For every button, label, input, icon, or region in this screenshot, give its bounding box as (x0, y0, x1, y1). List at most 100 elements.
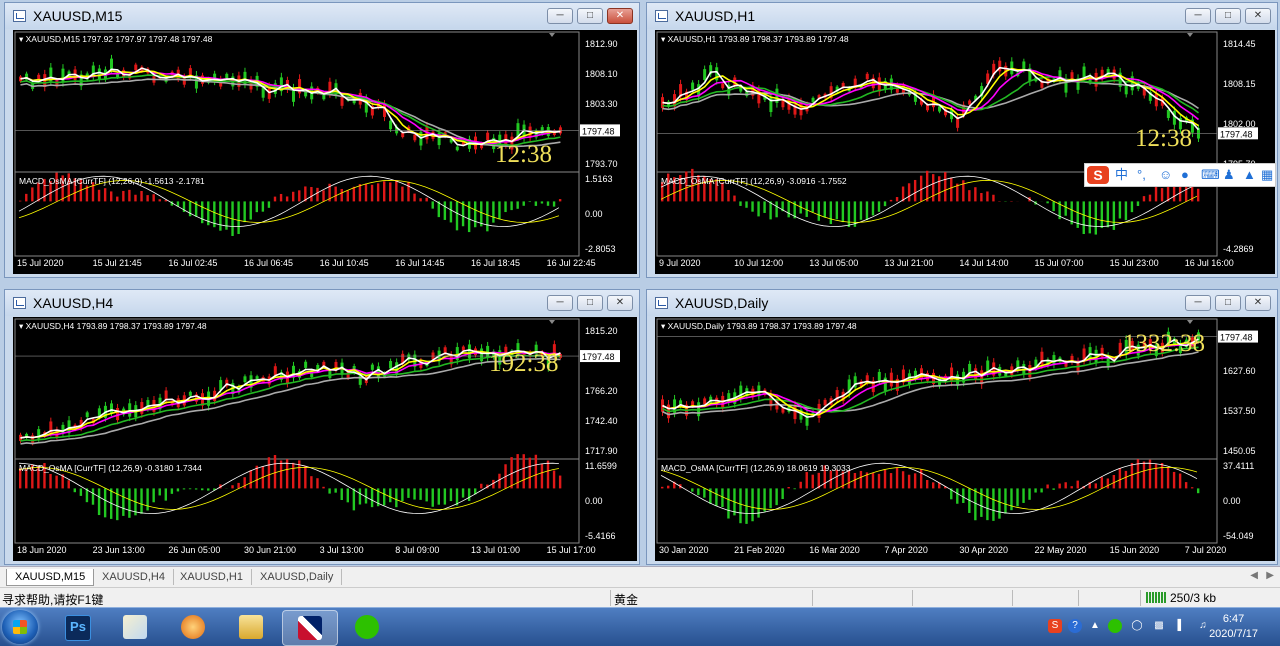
time-tick-label: 3 Jul 13:00 (320, 545, 364, 555)
punctuation-icon[interactable]: °, (1137, 166, 1146, 184)
macd-histogram-bar (1052, 201, 1054, 211)
close-button[interactable]: ✕ (607, 295, 633, 311)
tray-expand-icon[interactable]: ▲ (1088, 619, 1102, 633)
volume-icon[interactable]: ♫ (1196, 619, 1210, 633)
macd-histogram-bar (347, 191, 349, 202)
macd-histogram-bar (902, 471, 904, 488)
sogou-logo-icon[interactable]: S (1087, 166, 1109, 184)
macd-histogram-bar (781, 488, 783, 499)
macd-histogram-bar (962, 488, 964, 503)
window-titlebar[interactable]: XAUUSD,H1 ─ □ ✕ (647, 3, 1277, 29)
minimize-button[interactable]: ─ (547, 8, 573, 24)
candle-body (968, 101, 971, 105)
close-button[interactable]: ✕ (1245, 295, 1271, 311)
tab-xauusd-h1[interactable]: XAUUSD,H1 (172, 569, 252, 585)
macd-histogram-bar (25, 194, 27, 202)
tab-xauusd-h4[interactable]: XAUUSD,H4 (94, 569, 174, 585)
chart-window-daily[interactable]: XAUUSD,Daily ─ □ ✕ 1797.481627.601537.50… (646, 289, 1278, 565)
macd-histogram-bar (806, 472, 808, 488)
taskbar-metatrader[interactable] (282, 610, 338, 646)
tab-scroll-arrows[interactable]: ◀ ▶ (1250, 570, 1274, 581)
macd-histogram-bar (968, 190, 970, 201)
user-icon[interactable]: ♟ (1223, 166, 1235, 184)
time-tick-label: 16 Jul 22:45 (547, 258, 596, 268)
chart-window-h1[interactable]: XAUUSD,H1 ─ □ ✕ 1797.481814.451808.15180… (646, 2, 1278, 278)
macd-histogram-bar (908, 183, 910, 201)
macd-histogram-bar (793, 488, 795, 489)
minimize-button[interactable]: ─ (1185, 8, 1211, 24)
taskbar-media-player[interactable] (166, 610, 220, 644)
time-tick-label: 26 Jun 05:00 (168, 545, 220, 555)
macd-histogram-bar (316, 478, 318, 488)
maximize-button[interactable]: □ (577, 8, 603, 24)
macd-histogram-bar (480, 484, 482, 489)
macd-histogram-bar (1113, 201, 1115, 230)
time-tick-label: 16 Jul 16:00 (1185, 258, 1234, 268)
emoji-icon[interactable]: ☺ (1159, 166, 1172, 184)
window-titlebar[interactable]: XAUUSD,M15 ─ □ ✕ (5, 3, 639, 29)
help-tray-icon[interactable]: ? (1068, 619, 1082, 633)
chart-window-m15[interactable]: XAUUSD,M15 ─ □ ✕ 1797.481812.901808.1018… (4, 2, 640, 278)
taskbar-wechat[interactable] (340, 610, 394, 644)
window-titlebar[interactable]: XAUUSD,Daily ─ □ ✕ (647, 290, 1277, 316)
keyboard-icon[interactable]: ⌨ (1201, 166, 1220, 184)
microphone-icon[interactable]: ● (1181, 166, 1189, 184)
macd-histogram-bar (721, 488, 723, 507)
macd-histogram-bar (353, 488, 355, 510)
close-button[interactable]: ✕ (1245, 8, 1271, 24)
candle-body (1125, 85, 1128, 95)
macd-histogram-bar (1083, 201, 1085, 234)
ime-toolbar[interactable]: S 中 °, ☺ ● ⌨ ♟ ▲ ▦ (1084, 163, 1276, 187)
macd-histogram-bar (110, 191, 112, 201)
maximize-button[interactable]: □ (1215, 295, 1241, 311)
macd-histogram-bar (896, 468, 898, 489)
macd-histogram-bar (1131, 201, 1133, 212)
minimize-button[interactable]: ─ (1185, 295, 1211, 311)
ime-mode-toggle[interactable]: 中 (1115, 166, 1128, 184)
macd-histogram-bar (1173, 472, 1175, 488)
candle-body (401, 133, 404, 137)
menu-grid-icon[interactable]: ▦ (1261, 166, 1273, 184)
minimize-button[interactable]: ─ (547, 295, 573, 311)
tray-clock[interactable]: 6:47 2020/7/17 (1209, 612, 1258, 642)
macd-histogram-bar (146, 195, 148, 201)
shield-icon[interactable]: ◯ (1130, 619, 1144, 633)
macd-histogram-bar (733, 196, 735, 202)
candle-body (974, 368, 977, 380)
bar-countdown: 192:38 (489, 350, 558, 378)
macd-histogram-bar (292, 192, 294, 202)
macd-histogram-bar (444, 488, 446, 504)
macd-histogram-bar (812, 475, 814, 489)
chart-window-h4[interactable]: XAUUSD,H4 ─ □ ✕ 1797.481815.201766.20174… (4, 289, 640, 565)
taskbar-explorer[interactable] (224, 610, 278, 644)
macd-histogram-bar (800, 482, 802, 489)
sogou-tray-icon[interactable]: S (1048, 619, 1062, 633)
macd-histogram-bar (1119, 468, 1121, 488)
tab-xauusd-m15[interactable]: XAUUSD,M15 (6, 569, 94, 586)
close-button[interactable]: ✕ (607, 8, 633, 24)
maximize-button[interactable]: □ (1215, 8, 1241, 24)
macd-histogram-bar (1137, 201, 1139, 206)
taskbar-photoshop[interactable]: Ps (50, 610, 104, 644)
tab-xauusd-daily[interactable]: XAUUSD,Daily (252, 569, 342, 585)
macd-histogram-bar (896, 197, 898, 201)
maximize-button[interactable]: □ (577, 295, 603, 311)
signal-icon[interactable]: ▌ (1174, 619, 1188, 633)
macd-histogram-bar (1155, 463, 1157, 488)
macd-tick-label: -5.4166 (585, 531, 616, 541)
wechat-tray-icon[interactable] (1108, 619, 1122, 633)
skin-icon[interactable]: ▲ (1243, 166, 1256, 184)
taskbar-paint[interactable] (108, 610, 162, 644)
macd-label: MACD_OsMA [CurrTF] (12,26,9) 18.0619 19.… (661, 463, 851, 473)
macd-histogram-bar (541, 201, 543, 203)
network-icon[interactable]: ▩ (1152, 619, 1166, 633)
moving-average-line (21, 355, 561, 441)
start-button[interactable] (2, 610, 38, 644)
macd-histogram-bar (359, 488, 361, 504)
moving-average-line (21, 79, 561, 146)
candle-body (116, 408, 119, 420)
macd-histogram-bar (1022, 488, 1024, 503)
window-titlebar[interactable]: XAUUSD,H4 ─ □ ✕ (5, 290, 639, 316)
macd-histogram-bar (836, 201, 838, 219)
price-tick-label: 1803.30 (585, 99, 618, 109)
